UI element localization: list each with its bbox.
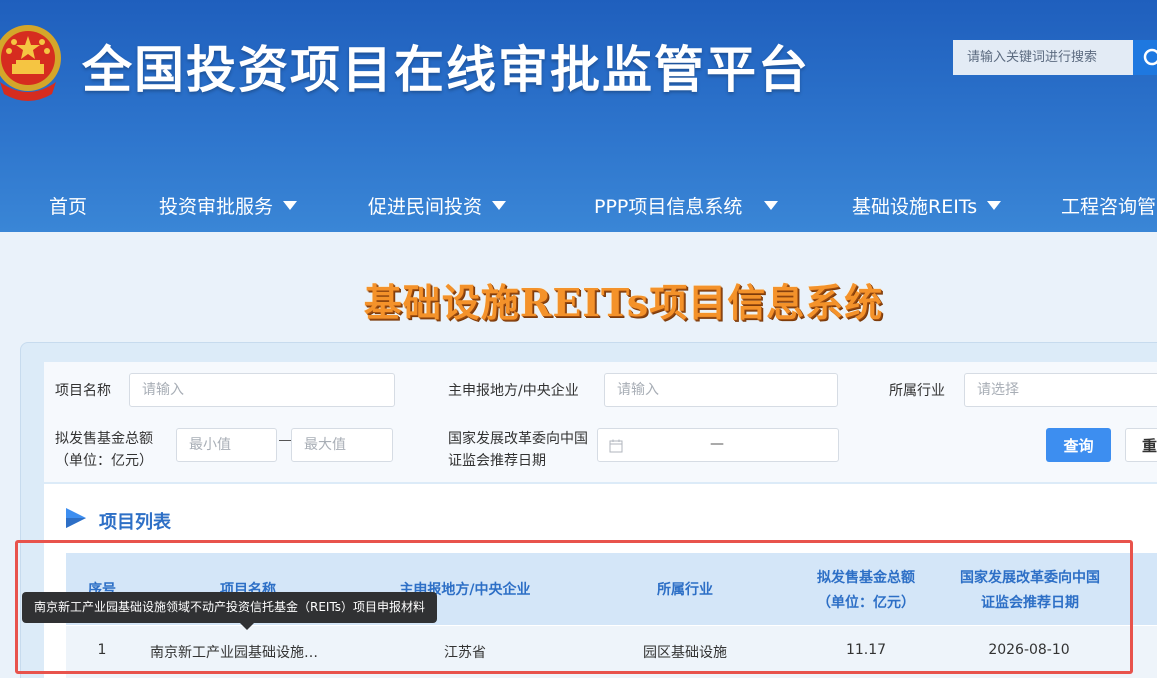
main-nav: 首页 投资审批服务 促进民间投资 PPP项目信息系统 基础设施REITs 工程咨… bbox=[0, 176, 1157, 232]
search-icon bbox=[1143, 48, 1157, 65]
project-name-input[interactable] bbox=[129, 373, 395, 407]
recommend-date-label: 国家发展改革委向中国 bbox=[448, 431, 588, 447]
caret-down-icon bbox=[764, 201, 779, 210]
applicant-label: 主申报地方/中央企业 bbox=[448, 383, 579, 399]
query-button[interactable]: 查询 bbox=[1046, 428, 1111, 462]
national-emblem-icon bbox=[0, 25, 61, 101]
calendar-icon bbox=[609, 439, 623, 453]
site-title: 全国投资项目在线审批监管平台 bbox=[82, 41, 810, 99]
fund-max-input[interactable] bbox=[291, 428, 393, 462]
play-triangle-icon bbox=[66, 508, 86, 528]
caret-down-icon bbox=[987, 201, 1002, 210]
range-separator bbox=[279, 440, 291, 441]
page-title: 基础设施REITs项目信息系统 bbox=[363, 280, 884, 325]
site-header: 全国投资项目在线审批监管平台 首页 投资审批服务 促进民间投资 PPP项目信息系… bbox=[0, 0, 1157, 232]
industry-select[interactable] bbox=[964, 373, 1157, 407]
nav-item-home[interactable]: 首页 bbox=[49, 192, 87, 219]
nav-item-engineering-consulting[interactable]: 工程咨询管 bbox=[1061, 192, 1156, 219]
nav-item-ppp[interactable]: PPP项目信息系统 bbox=[594, 192, 779, 219]
nav-item-reits[interactable]: 基础设施REITs bbox=[852, 192, 1002, 219]
search-input[interactable] bbox=[953, 40, 1133, 75]
fund-amount-label: 拟发售基金总额 bbox=[55, 431, 153, 447]
date-range-separator: — bbox=[710, 436, 724, 452]
recommend-date-label-line2: 证监会推荐日期 bbox=[448, 453, 546, 469]
industry-label: 所属行业 bbox=[889, 383, 945, 399]
nav-item-investment-approval[interactable]: 投资审批服务 bbox=[159, 192, 298, 219]
caret-down-icon bbox=[283, 201, 298, 210]
caret-down-icon bbox=[492, 201, 507, 210]
project-name-label: 项目名称 bbox=[55, 383, 111, 399]
list-title: 项目列表 bbox=[99, 512, 171, 533]
nav-item-private-investment[interactable]: 促进民间投资 bbox=[368, 192, 507, 219]
fund-amount-unit-label: （单位：亿元） bbox=[55, 453, 153, 469]
highlight-box bbox=[15, 540, 1133, 674]
fund-min-input[interactable] bbox=[176, 428, 277, 462]
applicant-input[interactable] bbox=[604, 373, 838, 407]
reset-button[interactable]: 重 bbox=[1125, 428, 1157, 462]
search-button[interactable] bbox=[1133, 40, 1157, 75]
